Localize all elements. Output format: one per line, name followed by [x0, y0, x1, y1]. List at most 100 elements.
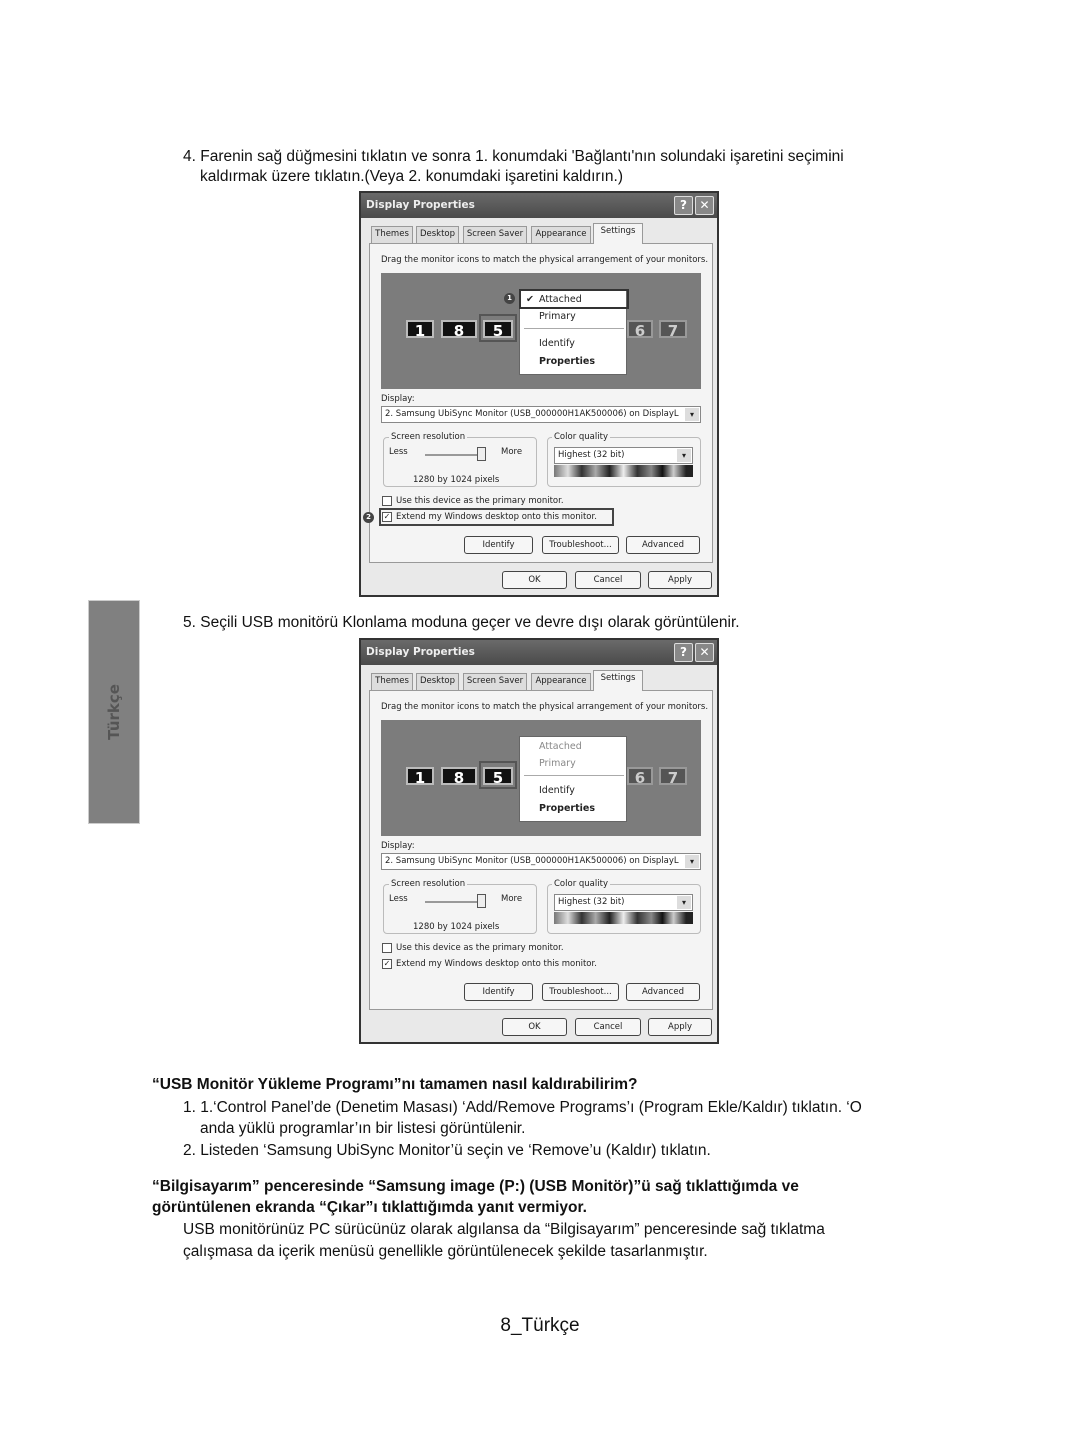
menu-separator — [524, 328, 624, 329]
instruction-text: Drag the monitor icons to match the phys… — [381, 255, 709, 265]
close-button[interactable]: ✕ — [695, 196, 714, 215]
troubleshoot-button[interactable]: Troubleshoot... — [542, 983, 619, 1001]
menu-item-primary[interactable]: Primary — [539, 758, 576, 769]
display-select[interactable]: 2. Samsung UbiSync Monitor (USB_000000H1… — [381, 406, 701, 423]
tab-appearance[interactable]: Appearance — [531, 673, 591, 690]
resolution-value: 1280 by 1024 pixels — [413, 922, 500, 932]
monitor-icon-1[interactable]: 1 — [406, 320, 434, 340]
instruction-text: Drag the monitor icons to match the phys… — [381, 702, 709, 712]
display-properties-dialog-2: Display Properties? ✕ Themes Desktop Screen … — [359, 638, 719, 1044]
identify-button[interactable]: Identify — [464, 536, 533, 554]
chevron-down-icon: ▾ — [685, 408, 699, 421]
display-select[interactable]: 2. Samsung UbiSync Monitor (USB_000000H1… — [381, 853, 701, 870]
menu-item-primary[interactable]: Primary — [539, 311, 576, 322]
menu-item-properties[interactable]: Properties — [539, 356, 595, 367]
context-menu: Attached Primary Identify Properties — [519, 736, 627, 822]
language-side-tab: Türkçe — [88, 600, 140, 824]
monitor-icon-2[interactable]: 8 — [441, 320, 477, 340]
ok-button[interactable]: OK — [502, 1018, 567, 1036]
menu-separator — [524, 775, 624, 776]
apply-button[interactable]: Apply — [648, 1018, 712, 1036]
less-label: Less — [389, 894, 408, 904]
color-quality-label: Color quality — [552, 879, 610, 889]
menu-item-attached[interactable]: Attached — [539, 741, 582, 752]
color-swatch — [554, 912, 693, 924]
chevron-down-icon: ▾ — [685, 855, 699, 868]
apply-button[interactable]: Apply — [648, 571, 712, 589]
dialog-title: Display Properties — [366, 646, 475, 658]
faq1-question: “USB Monitör Yükleme Programı”nı tamamen… — [152, 1076, 638, 1093]
context-menu: ✔ Attached Primary Identify Properties — [519, 289, 629, 375]
monitor-icon-5[interactable]: 7 — [659, 320, 687, 340]
step-badge-2: 2 — [363, 512, 374, 523]
display-label: Display: — [381, 841, 415, 851]
resolution-slider-track[interactable] — [425, 454, 485, 456]
tab-settings[interactable]: Settings — [593, 223, 643, 244]
identify-button[interactable]: Identify — [464, 983, 533, 1001]
primary-monitor-checkbox[interactable] — [382, 943, 392, 953]
menu-item-identify[interactable]: Identify — [539, 338, 575, 349]
tab-screen-saver[interactable]: Screen Saver — [463, 226, 527, 243]
color-quality-value: Highest (32 bit) — [558, 897, 625, 907]
resolution-value: 1280 by 1024 pixels — [413, 475, 500, 485]
selected-monitor-frame — [479, 761, 517, 789]
extend-desktop-checkbox[interactable]: ✓ — [382, 959, 392, 969]
menu-item-properties[interactable]: Properties — [539, 803, 595, 814]
faq2-answer-cont: çalışmasa da içerik menüsü genellikle gö… — [183, 1243, 708, 1260]
display-value: 2. Samsung UbiSync Monitor (USB_000000H1… — [385, 856, 679, 866]
resolution-slider-track[interactable] — [425, 901, 485, 903]
color-quality-select[interactable]: Highest (32 bit) ▾ — [554, 447, 693, 464]
resolution-slider-thumb[interactable] — [477, 894, 486, 908]
menu-item-attached[interactable]: Attached — [539, 294, 582, 305]
menu-item-identify[interactable]: Identify — [539, 785, 575, 796]
display-label: Display: — [381, 394, 415, 404]
display-properties-dialog-1: Display Properties? ✕ Themes Desktop Screen … — [359, 191, 719, 597]
tab-themes[interactable]: Themes — [371, 226, 413, 243]
step-5-text: 5. Seçili USB monitörü Klonlama moduna g… — [183, 614, 740, 631]
extend-highlight — [379, 508, 614, 526]
dialog-title: Display Properties — [366, 199, 475, 211]
tab-themes[interactable]: Themes — [371, 673, 413, 690]
resolution-slider-thumb[interactable] — [477, 447, 486, 461]
ok-button[interactable]: OK — [502, 571, 567, 589]
chevron-down-icon: ▾ — [677, 896, 691, 909]
screen-resolution-label: Screen resolution — [389, 432, 468, 442]
step-4-text: 4. Farenin sağ düğmesini tıklatın ve son… — [183, 148, 844, 165]
color-swatch — [554, 465, 693, 477]
faq2-question-cont: görüntülenen ekranda “Çıkar”ı tıklattığı… — [152, 1199, 587, 1216]
tab-desktop[interactable]: Desktop — [416, 673, 459, 690]
tab-desktop[interactable]: Desktop — [416, 226, 459, 243]
close-button[interactable]: ✕ — [695, 643, 714, 662]
troubleshoot-button[interactable]: Troubleshoot... — [542, 536, 619, 554]
tab-appearance[interactable]: Appearance — [531, 226, 591, 243]
page-number: 8_Türkçe — [500, 1315, 580, 1336]
help-button[interactable]: ? — [674, 196, 693, 215]
more-label: More — [501, 447, 523, 457]
monitor-icon-4[interactable]: 6 — [627, 320, 653, 340]
faq2-question: “Bilgisayarım” penceresinde “Samsung ima… — [152, 1178, 799, 1195]
faq1-item-1: 1. 1.‘Control Panel’de (Denetim Masası) … — [183, 1099, 862, 1116]
tab-settings[interactable]: Settings — [593, 670, 643, 691]
less-label: Less — [389, 447, 408, 457]
chevron-down-icon: ▾ — [677, 449, 691, 462]
advanced-button[interactable]: Advanced — [626, 983, 700, 1001]
color-quality-select[interactable]: Highest (32 bit) ▾ — [554, 894, 693, 911]
tab-screen-saver[interactable]: Screen Saver — [463, 673, 527, 690]
check-icon: ✔ — [526, 294, 534, 305]
monitor-icon-4[interactable]: 6 — [627, 767, 653, 787]
help-button[interactable]: ? — [674, 643, 693, 662]
display-value: 2. Samsung UbiSync Monitor (USB_000000H1… — [385, 409, 679, 419]
step-4-text-cont: kaldırmak üzere tıklatın.(Veya 2. konumd… — [200, 168, 623, 185]
advanced-button[interactable]: Advanced — [626, 536, 700, 554]
monitor-icon-5[interactable]: 7 — [659, 767, 687, 787]
step-badge-1: 1 — [504, 293, 515, 304]
cancel-button[interactable]: Cancel — [575, 571, 641, 589]
more-label: More — [501, 894, 523, 904]
title-bar: Display Properties? ✕ — [361, 193, 717, 218]
primary-monitor-checkbox[interactable] — [382, 496, 392, 506]
monitor-icon-1[interactable]: 1 — [406, 767, 434, 787]
cancel-button[interactable]: Cancel — [575, 1018, 641, 1036]
screen-resolution-label: Screen resolution — [389, 879, 468, 889]
monitor-icon-2[interactable]: 8 — [441, 767, 477, 787]
extend-desktop-label: Extend my Windows desktop onto this moni… — [396, 959, 597, 969]
